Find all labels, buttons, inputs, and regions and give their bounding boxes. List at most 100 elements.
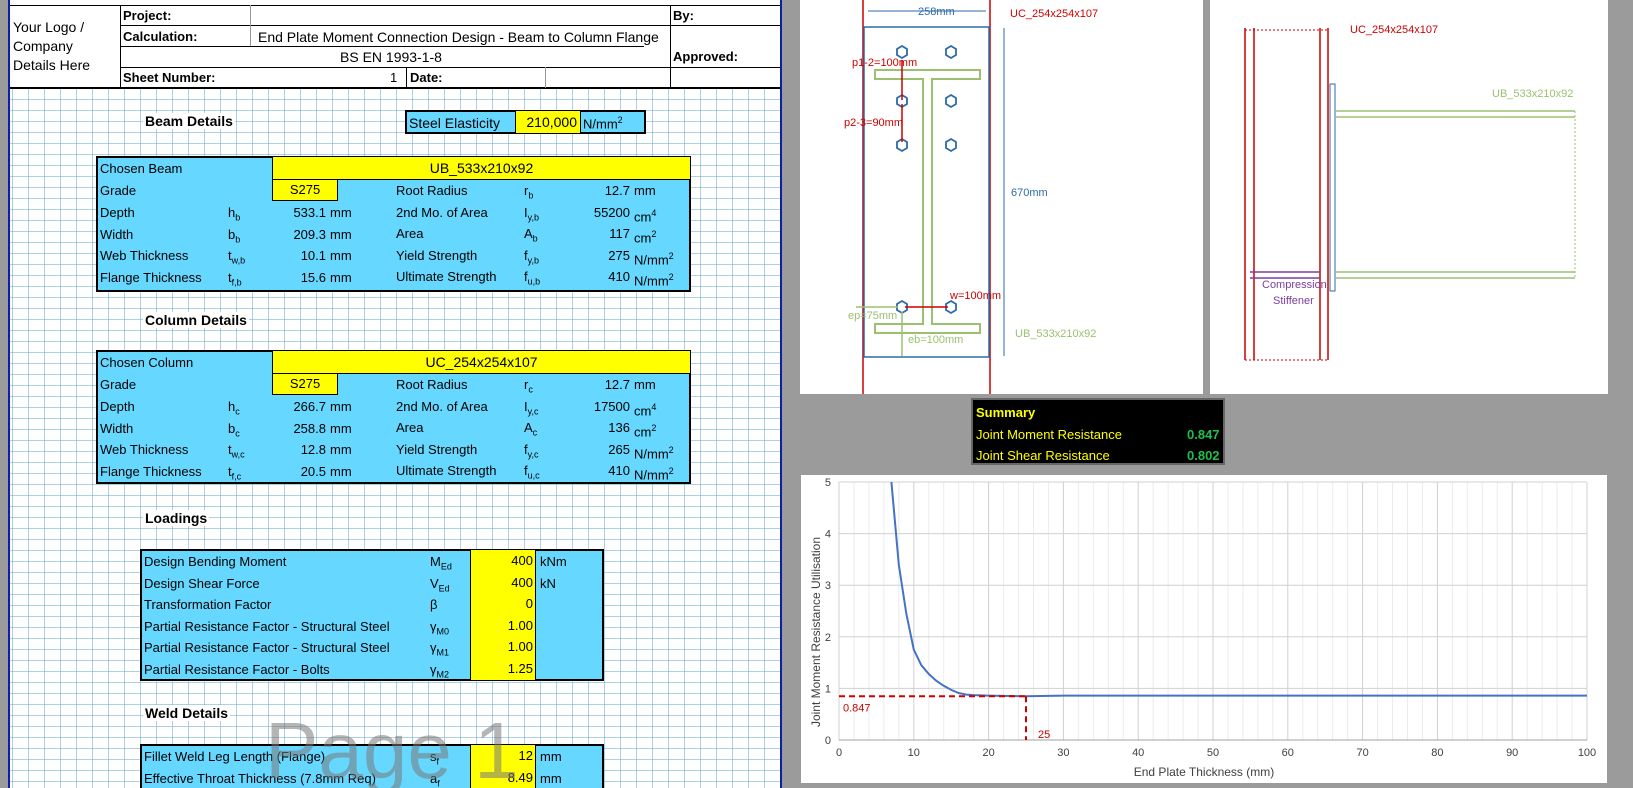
prop-symbol: hb <box>228 202 240 224</box>
beam-grade-select[interactable]: S275 <box>272 179 338 201</box>
calculation-label: Calculation: <box>123 29 198 44</box>
chosen-column-label: Chosen Column <box>100 355 194 370</box>
unit-superscript: 4 <box>651 207 657 218</box>
input-symbol: MEd <box>430 551 452 573</box>
chart-x-tick-label: 60 <box>1282 747 1294 759</box>
symbol-subscript: M1 <box>436 647 450 658</box>
prop-label: Yield Strength <box>396 247 478 263</box>
input-symbol: γM1 <box>430 637 449 659</box>
unit-main: mm <box>330 248 352 263</box>
prop-value: 17500 <box>593 398 630 414</box>
input-value-field[interactable]: 1.25 <box>470 657 536 680</box>
marker-y-label: 0.847 <box>843 702 871 714</box>
unit-superscript: 4 <box>651 401 657 412</box>
chosen-beam-label: Chosen Beam <box>100 161 183 176</box>
symbol-subscript: y,c <box>527 406 539 417</box>
prop-symbol: tf,c <box>228 461 241 483</box>
sheet-header: Your Logo / Company Details Here Project… <box>10 0 780 89</box>
prop-label: Depth <box>100 205 135 220</box>
prop-value: 136 <box>608 420 630 435</box>
symbol-subscript: y,b <box>527 255 539 266</box>
input-value-field[interactable]: 400 <box>470 550 536 572</box>
prop-symbol: fy,b <box>524 245 539 267</box>
shear-resistance-value: 0.802 <box>1187 448 1220 463</box>
chosen-beam-select[interactable]: UB_533x210x92 <box>272 156 691 180</box>
input-unit: kNm <box>540 554 567 569</box>
prop-unit: N/mm2 <box>634 266 674 288</box>
prop-symbol: tw,c <box>228 439 245 461</box>
unit-main: mm <box>330 463 352 479</box>
symbol-subscript: b <box>235 212 241 223</box>
chart-x-tick-label: 30 <box>1057 747 1069 759</box>
beam-table: Chosen Beam UB_533x210x92 Grade S275 Dep… <box>96 156 691 292</box>
input-value-field[interactable]: 0 <box>470 593 536 615</box>
prop-symbol: Iy,c <box>524 396 538 418</box>
chart-y-tick-label: 3 <box>825 580 831 592</box>
weld-details-heading: Weld Details <box>143 705 230 721</box>
symbol-main: V <box>430 575 439 591</box>
prop-unit: N/mm2 <box>634 245 674 267</box>
prop-unit: mm <box>330 461 352 483</box>
unit-superscript: 2 <box>651 423 657 433</box>
by-label: By: <box>673 8 694 23</box>
prop-label: Width <box>100 226 134 242</box>
unit-main: cm <box>634 424 652 440</box>
unit-main: cm <box>634 230 652 246</box>
symbol-subscript: y,c <box>527 449 539 460</box>
prop-unit: N/mm2 <box>634 439 674 461</box>
input-value-field[interactable]: 1.00 <box>470 636 536 658</box>
prop-symbol: bb <box>228 224 240 246</box>
stiffener-label-1: Compression <box>1262 279 1327 291</box>
p1-label: p1-2=100mm <box>852 57 917 69</box>
input-value-field[interactable]: 400 <box>470 571 536 594</box>
prop-symbol: Iy,b <box>524 202 539 224</box>
symbol-subscript: u,b <box>527 276 541 287</box>
column-grade-select[interactable]: S275 <box>272 373 338 395</box>
side-beam-label: UB_533x210x92 <box>1492 88 1573 100</box>
prop-symbol: fu,b <box>524 266 540 288</box>
prop-unit: mm <box>330 245 352 267</box>
symbol-subscript: b <box>528 190 534 201</box>
prop-symbol: rc <box>524 374 533 396</box>
moment-resistance-label: Joint Moment Resistance <box>976 427 1122 442</box>
prop-label: Root Radius <box>396 183 468 198</box>
approved-label: Approved: <box>673 49 738 64</box>
column-details-heading: Column Details <box>143 312 249 328</box>
symbol-main: A <box>524 420 533 435</box>
chart-x-tick-label: 80 <box>1431 747 1443 759</box>
eb-label: eb=100mm <box>908 334 963 346</box>
plate-height-dim: 670mm <box>1011 187 1048 199</box>
unit-main: mm <box>634 183 656 198</box>
input-symbol: γM2 <box>430 659 449 681</box>
prop-label: Ultimate Strength <box>396 269 497 284</box>
prop-symbol: bc <box>228 418 240 440</box>
chart-x-tick-label: 20 <box>982 747 994 759</box>
steel-elasticity-input[interactable]: 210,000 <box>515 110 581 134</box>
chosen-column-select[interactable]: UC_254x254x107 <box>272 350 691 374</box>
symbol-main: A <box>524 226 533 241</box>
unit-main: mm <box>330 269 352 285</box>
prop-unit: mm <box>330 224 352 246</box>
prop-label: Flange Thickness <box>100 463 202 479</box>
summary-panel: Summary Joint Moment Resistance 0.847 Jo… <box>971 398 1225 465</box>
front-column-label: UC_254x254x107 <box>1010 8 1098 20</box>
prop-unit: cm2 <box>634 417 656 439</box>
symbol-subscript: b <box>532 233 538 244</box>
symbol-subscript: f,c <box>231 471 242 482</box>
symbol-subscript: c <box>235 406 240 417</box>
side-column-label: UC_254x254x107 <box>1350 24 1438 36</box>
column-grade-label: Grade <box>100 377 137 392</box>
chart-y-axis-label: Joint Moment Resistance Utilisation <box>809 536 823 728</box>
date-label: Date: <box>410 70 443 85</box>
input-value-field[interactable]: 1.00 <box>470 614 536 637</box>
unit-main: N/mm <box>634 251 669 267</box>
prop-value: 266.7 <box>293 399 326 414</box>
prop-unit: mm <box>330 202 352 224</box>
input-symbol: γM0 <box>430 616 449 638</box>
prop-unit: mm <box>330 439 352 461</box>
input-label: Partial Resistance Factor - Structural S… <box>144 640 390 655</box>
steel-elasticity-unit: N/mm2 <box>583 115 623 132</box>
front-view-drawing: 258mm UC_254x254x107 p1-2=100mm p2-3=90m… <box>844 0 1098 394</box>
unit-main: mm <box>330 226 352 242</box>
prop-symbol: tf,b <box>228 267 242 289</box>
